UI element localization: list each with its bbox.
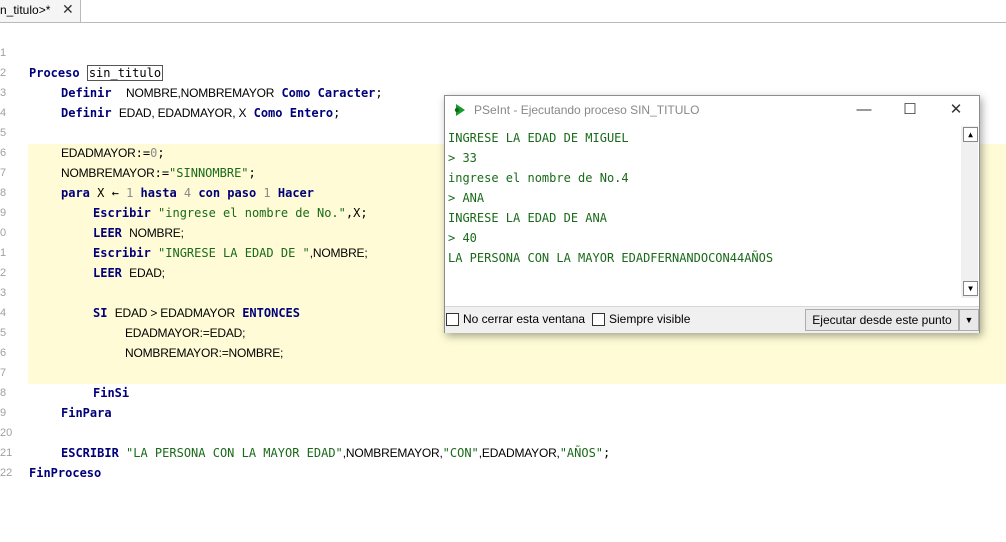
- console-line: INGRESE LA EDAD DE ANA: [448, 211, 607, 225]
- maximize-button[interactable]: ☐: [887, 96, 933, 124]
- scroll-down-icon[interactable]: ▼: [963, 281, 978, 296]
- console-line: LA PERSONA CON LA MAYOR EDADFERNANDOCON4…: [448, 251, 774, 265]
- code-line-17: 7 FinSi: [0, 343, 1006, 400]
- console-line: ingrese el nombre de No.4: [448, 171, 629, 185]
- no-close-label: No cerrar esta ventana: [463, 312, 586, 326]
- console-line: > 33: [448, 151, 477, 165]
- close-tab-icon[interactable]: ✕: [62, 1, 74, 18]
- execution-console-window[interactable]: PSeInt - Ejecutando proceso SIN_TITULO —…: [444, 95, 980, 333]
- window-title-bar[interactable]: PSeInt - Ejecutando proceso SIN_TITULO —…: [445, 96, 979, 124]
- close-window-button[interactable]: ✕: [933, 96, 979, 124]
- console-scrollbar[interactable]: ▲ ▼: [961, 126, 978, 298]
- run-options-dropdown-icon[interactable]: ▼: [959, 309, 979, 331]
- console-line: INGRESE LA EDAD DE MIGUEL: [448, 131, 629, 145]
- window-title: PSeInt - Ejecutando proceso SIN_TITULO: [474, 103, 700, 117]
- minimize-button[interactable]: —: [841, 96, 887, 124]
- console-line: > 40: [448, 231, 477, 245]
- console-line: > ANA: [448, 191, 485, 205]
- code-line-3: 3 Definir EDAD, EDADMAYOR, X Como Entero…: [0, 63, 1006, 120]
- scroll-up-icon[interactable]: ▲: [963, 127, 978, 142]
- code-line-21: 21 FinProceso: [0, 423, 1006, 480]
- code-line-22: 22: [0, 443, 1006, 479]
- always-visible-label: Siempre visible: [609, 312, 691, 326]
- code-line-19: 9: [0, 383, 1006, 419]
- code-line-1: 1 Proceso sin_titulo: [0, 23, 1006, 81]
- editor-tab-bar: n_titulo>* ✕: [0, 0, 1006, 23]
- console-footer: No cerrar esta ventana Siempre visible E…: [445, 306, 979, 333]
- code-line-18: 8 FinPara: [0, 363, 1006, 420]
- no-close-checkbox[interactable]: [446, 313, 459, 326]
- file-tab[interactable]: n_titulo>* ✕: [0, 0, 81, 22]
- code-line-20: 20 ESCRIBIR "LA PERSONA CON LA MAYOR EDA…: [0, 403, 1006, 460]
- always-visible-checkbox[interactable]: [592, 313, 605, 326]
- console-output[interactable]: INGRESE LA EDAD DE MIGUEL > 33 ingrese e…: [445, 126, 961, 298]
- pseint-icon: [454, 104, 465, 116]
- line-number: 22: [0, 467, 13, 479]
- file-tab-label: n_titulo>*: [0, 3, 51, 17]
- keyword: FinProceso: [29, 466, 102, 480]
- run-from-here-button[interactable]: Ejecutar desde este punto: [805, 309, 959, 331]
- code-line-2: 2 Definir NOMBRE,NOMBREMAYOR Como Caract…: [0, 43, 1006, 100]
